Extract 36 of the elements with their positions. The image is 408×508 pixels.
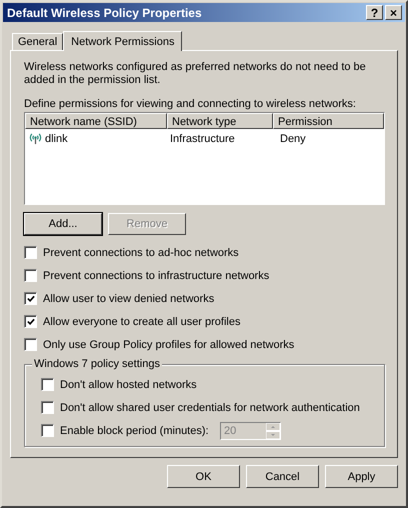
window-title: Default Wireless Policy Properties: [7, 6, 203, 20]
checkbox-label: Don't allow shared user credentials for network authentication: [60, 402, 360, 414]
description-text: Wireless networks configured as preferred networks do not need to be added in the permission list.: [24, 61, 367, 87]
checkbox-label: Allow everyone to create all user profiles: [43, 316, 240, 328]
checkbox-label: Don't allow hosted networks: [60, 378, 197, 390]
help-button[interactable]: ?: [366, 5, 383, 20]
table-cell-text: Deny: [279, 132, 307, 144]
checkbox[interactable]: [24, 292, 37, 305]
dialog-button[interactable]: OK: [167, 465, 240, 488]
group-title: Windows 7 policy settings: [32, 358, 162, 371]
checkbox[interactable]: [24, 269, 37, 282]
check-icon: [26, 294, 34, 302]
close-button[interactable]: ×: [385, 5, 402, 20]
dialog-button[interactable]: Apply: [325, 465, 398, 488]
column-header[interactable]: Network name (SSID): [25, 113, 167, 129]
checkbox[interactable]: [24, 246, 37, 259]
checkbox[interactable]: [24, 315, 37, 328]
table-cell-text: dlink: [44, 132, 69, 144]
checkbox-label: Only use Group Policy profiles for allowed networks: [43, 338, 294, 350]
dialog-button[interactable]: Cancel: [246, 465, 319, 488]
column-header[interactable]: Network type: [167, 113, 273, 129]
check-icon: [26, 318, 34, 326]
table-cell-text: Infrastructure: [169, 132, 236, 144]
checkbox-label: Enable block period (minutes):: [60, 424, 210, 436]
list-button[interactable]: Add...: [24, 213, 102, 235]
checkbox[interactable]: [41, 401, 54, 414]
tab[interactable]: Network Permissions: [63, 31, 182, 51]
checkbox-label: Prevent connections to infrastructure networks: [43, 270, 270, 282]
checkbox[interactable]: [24, 338, 37, 351]
column-header[interactable]: Permission: [273, 113, 384, 129]
tab[interactable]: General: [12, 33, 64, 50]
list-label: Define permissions for viewing and connecting to wireless networks:: [24, 98, 357, 110]
checkbox[interactable]: [41, 378, 54, 391]
checkbox-label: Allow user to view denied networks: [43, 292, 214, 304]
wireless-antenna-icon: [29, 132, 42, 145]
checkbox-label: Prevent connections to ad-hoc networks: [43, 246, 239, 258]
